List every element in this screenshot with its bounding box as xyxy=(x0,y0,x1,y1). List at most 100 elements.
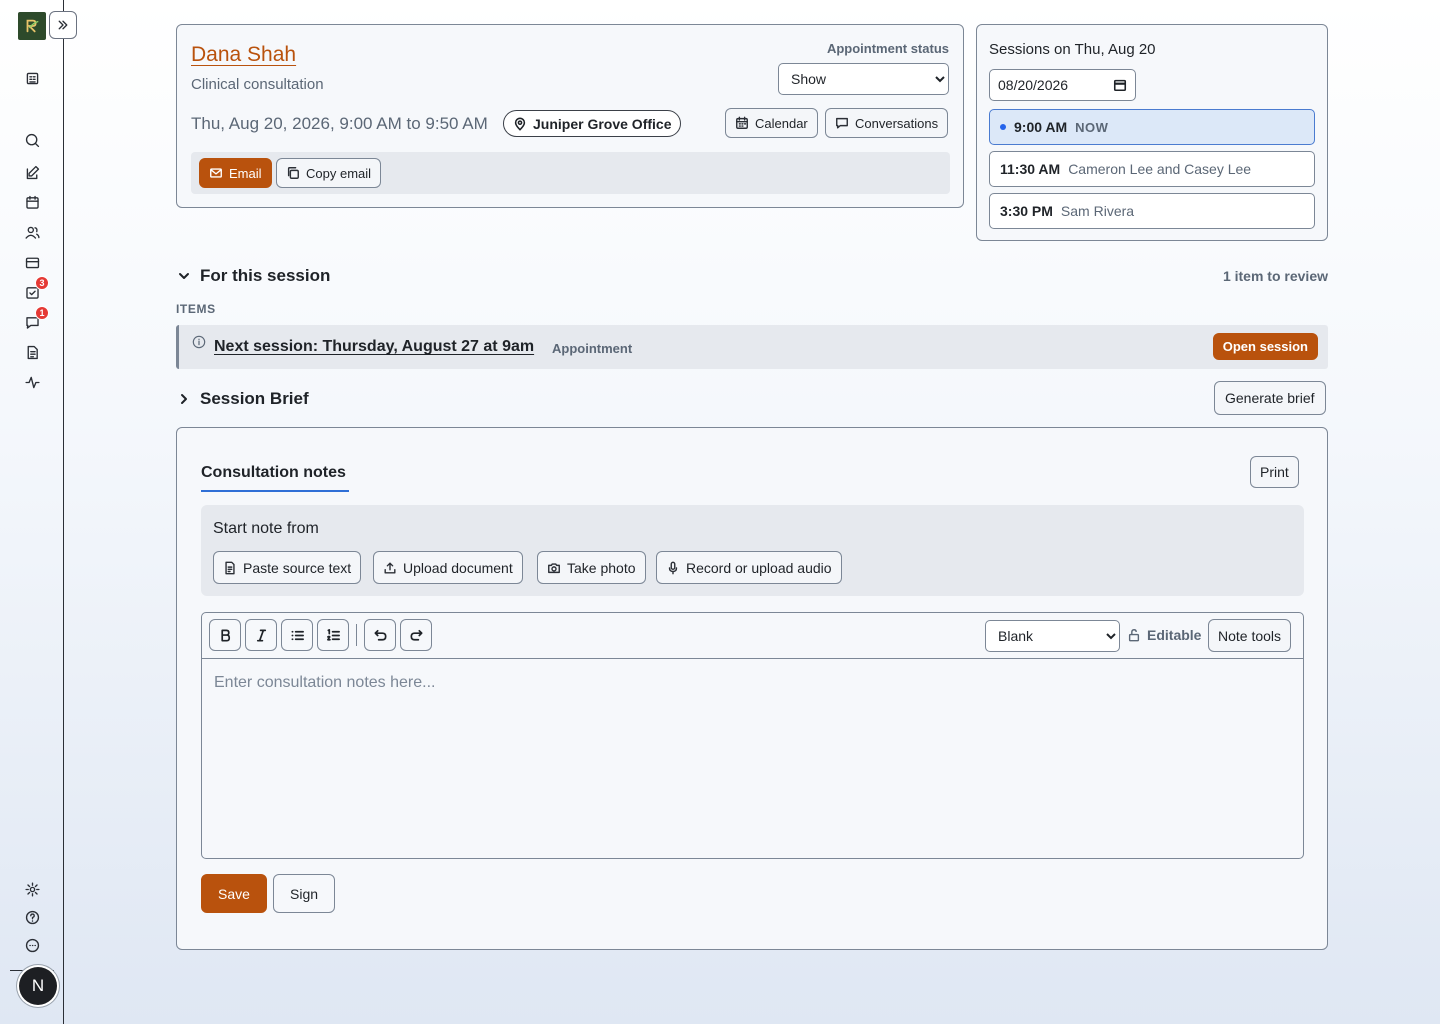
chat-bubble-icon xyxy=(836,117,848,129)
for-session-toggle[interactable]: For this session xyxy=(178,266,330,286)
record-audio-button[interactable]: Record or upload audio xyxy=(656,551,842,584)
settings-icon[interactable] xyxy=(22,879,42,899)
numbered-list-button[interactable] xyxy=(317,619,349,651)
take-photo-button[interactable]: Take photo xyxy=(537,551,646,584)
tasks-icon[interactable]: 3 xyxy=(22,276,49,302)
info-icon xyxy=(192,335,206,349)
session-date-input[interactable]: 08/20/2026 xyxy=(989,69,1136,101)
appointment-card: Dana Shah Clinical consultation Appointm… xyxy=(176,24,964,208)
chevron-down-icon xyxy=(179,273,189,279)
undo-button[interactable] xyxy=(364,619,396,651)
session-item-row: Next session: Thursday, August 27 at 9am… xyxy=(176,325,1328,369)
for-session-title: For this session xyxy=(200,266,331,285)
italic-button[interactable] xyxy=(245,619,277,651)
activity-icon[interactable] xyxy=(22,372,42,392)
open-session-button[interactable]: Open session xyxy=(1212,333,1318,360)
sidebar: 3 1 N xyxy=(0,0,77,1024)
item-type-tag: Appointment xyxy=(552,341,633,356)
mail-icon xyxy=(210,168,222,178)
tasks-badge: 3 xyxy=(35,276,49,290)
session-brief-title: Session Brief xyxy=(200,389,309,408)
editable-label: Editable xyxy=(1147,627,1202,643)
session-slot[interactable]: 9:00 AM NOW xyxy=(989,109,1315,145)
paste-source-text-button[interactable]: Paste source text xyxy=(213,551,362,584)
next-session-link[interactable]: Next session: Thursday, August 27 at 9am xyxy=(214,338,534,356)
start-note-panel: Start note from Paste source text Upload… xyxy=(201,505,1304,596)
sessions-title: Sessions on Thu, Aug 20 xyxy=(989,41,1156,58)
sessions-card: Sessions on Thu, Aug 20 08/20/2026 9:00 … xyxy=(976,24,1328,241)
location-pin-icon xyxy=(514,117,526,131)
location-pill[interactable]: Juniper Grove Office xyxy=(503,110,682,137)
redo-icon xyxy=(410,629,422,641)
document-icon xyxy=(225,561,235,574)
copy-email-button[interactable]: Copy email xyxy=(276,158,382,188)
session-slot[interactable]: 3:30 PM Sam Rivera xyxy=(989,193,1315,229)
note-text-area[interactable]: Enter consultation notes here... xyxy=(214,674,435,692)
note-editor: Blank Editable Note tools Enter consulta… xyxy=(201,612,1304,859)
sign-button[interactable]: Sign xyxy=(273,874,336,913)
billing-icon[interactable] xyxy=(22,252,42,272)
calendar-icon[interactable] xyxy=(22,192,42,212)
session-client: Cameron Lee and Casey Lee xyxy=(1068,161,1252,177)
session-time: 3:30 PM xyxy=(1000,203,1053,219)
session-date-value: 08/20/2026 xyxy=(998,77,1069,93)
conversations-button[interactable]: Conversations xyxy=(825,108,949,138)
notes-icon[interactable] xyxy=(22,162,42,182)
paste-source-text-label: Paste source text xyxy=(243,559,352,576)
appointment-datetime: Thu, Aug 20, 2026, 9:00 AM to 9:50 AM xyxy=(191,114,488,133)
app-logo[interactable] xyxy=(18,12,46,40)
copy-email-button-label: Copy email xyxy=(306,165,372,181)
upload-icon xyxy=(384,561,396,574)
active-tab-indicator xyxy=(201,490,349,492)
tab-consultation-notes[interactable]: Consultation notes xyxy=(201,464,346,482)
redo-button[interactable] xyxy=(400,619,432,651)
start-note-title: Start note from xyxy=(213,520,319,537)
unlock-icon xyxy=(1128,629,1140,642)
search-icon[interactable] xyxy=(22,130,42,150)
generate-brief-button[interactable]: Generate brief xyxy=(1214,381,1326,415)
appointment-type: Clinical consultation xyxy=(191,76,324,93)
session-slot[interactable]: 11:30 AM Cameron Lee and Casey Lee xyxy=(989,151,1315,187)
dashboard-icon[interactable] xyxy=(22,68,42,88)
help-icon[interactable] xyxy=(22,907,42,927)
editable-status[interactable]: Editable xyxy=(1127,627,1201,643)
expand-sidebar-button[interactable] xyxy=(49,11,77,39)
note-tools-button[interactable]: Note tools xyxy=(1208,619,1292,652)
user-avatar[interactable]: N xyxy=(19,967,57,1005)
copy-icon xyxy=(287,167,299,179)
email-button[interactable]: Email xyxy=(199,158,272,188)
calendar-button-label: Calendar xyxy=(755,115,808,131)
patient-name-link[interactable]: Dana Shah xyxy=(191,43,296,67)
take-photo-label: Take photo xyxy=(567,559,636,576)
session-brief-toggle[interactable]: Session Brief xyxy=(178,389,309,409)
location-label: Juniper Grove Office xyxy=(533,115,672,132)
save-button[interactable]: Save xyxy=(201,874,267,913)
calendar-button[interactable]: Calendar xyxy=(725,108,818,138)
current-indicator-icon xyxy=(1000,124,1006,130)
clients-icon[interactable] xyxy=(22,222,42,242)
upload-document-label: Upload document xyxy=(403,559,513,576)
bold-button[interactable] xyxy=(209,619,241,651)
appointment-status-label: Appointment status xyxy=(826,41,949,56)
upload-document-button[interactable]: Upload document xyxy=(373,551,523,584)
messages-icon[interactable]: 1 xyxy=(22,306,49,332)
documents-icon[interactable] xyxy=(22,342,42,362)
toolbar-divider xyxy=(356,624,357,646)
double-chevron-right-icon xyxy=(58,20,68,30)
appointment-status-select[interactable]: Show xyxy=(778,63,949,95)
calendar-icon xyxy=(736,116,748,129)
now-label: NOW xyxy=(1075,119,1109,135)
numbered-list-icon xyxy=(326,628,340,641)
feedback-icon[interactable] xyxy=(22,935,42,955)
items-label: ITEMS xyxy=(176,302,216,316)
review-count: 1 item to review xyxy=(1222,268,1328,284)
undo-icon xyxy=(374,629,386,641)
bullet-list-button[interactable] xyxy=(281,619,313,651)
print-button[interactable]: Print xyxy=(1250,456,1299,488)
calendar-icon[interactable] xyxy=(1113,78,1127,92)
email-actions-bar: Email Copy email xyxy=(191,152,950,194)
session-client: Sam Rivera xyxy=(1060,203,1135,219)
chevron-right-icon xyxy=(181,394,187,404)
note-template-select[interactable]: Blank xyxy=(985,620,1120,652)
email-button-label: Email xyxy=(229,165,262,181)
